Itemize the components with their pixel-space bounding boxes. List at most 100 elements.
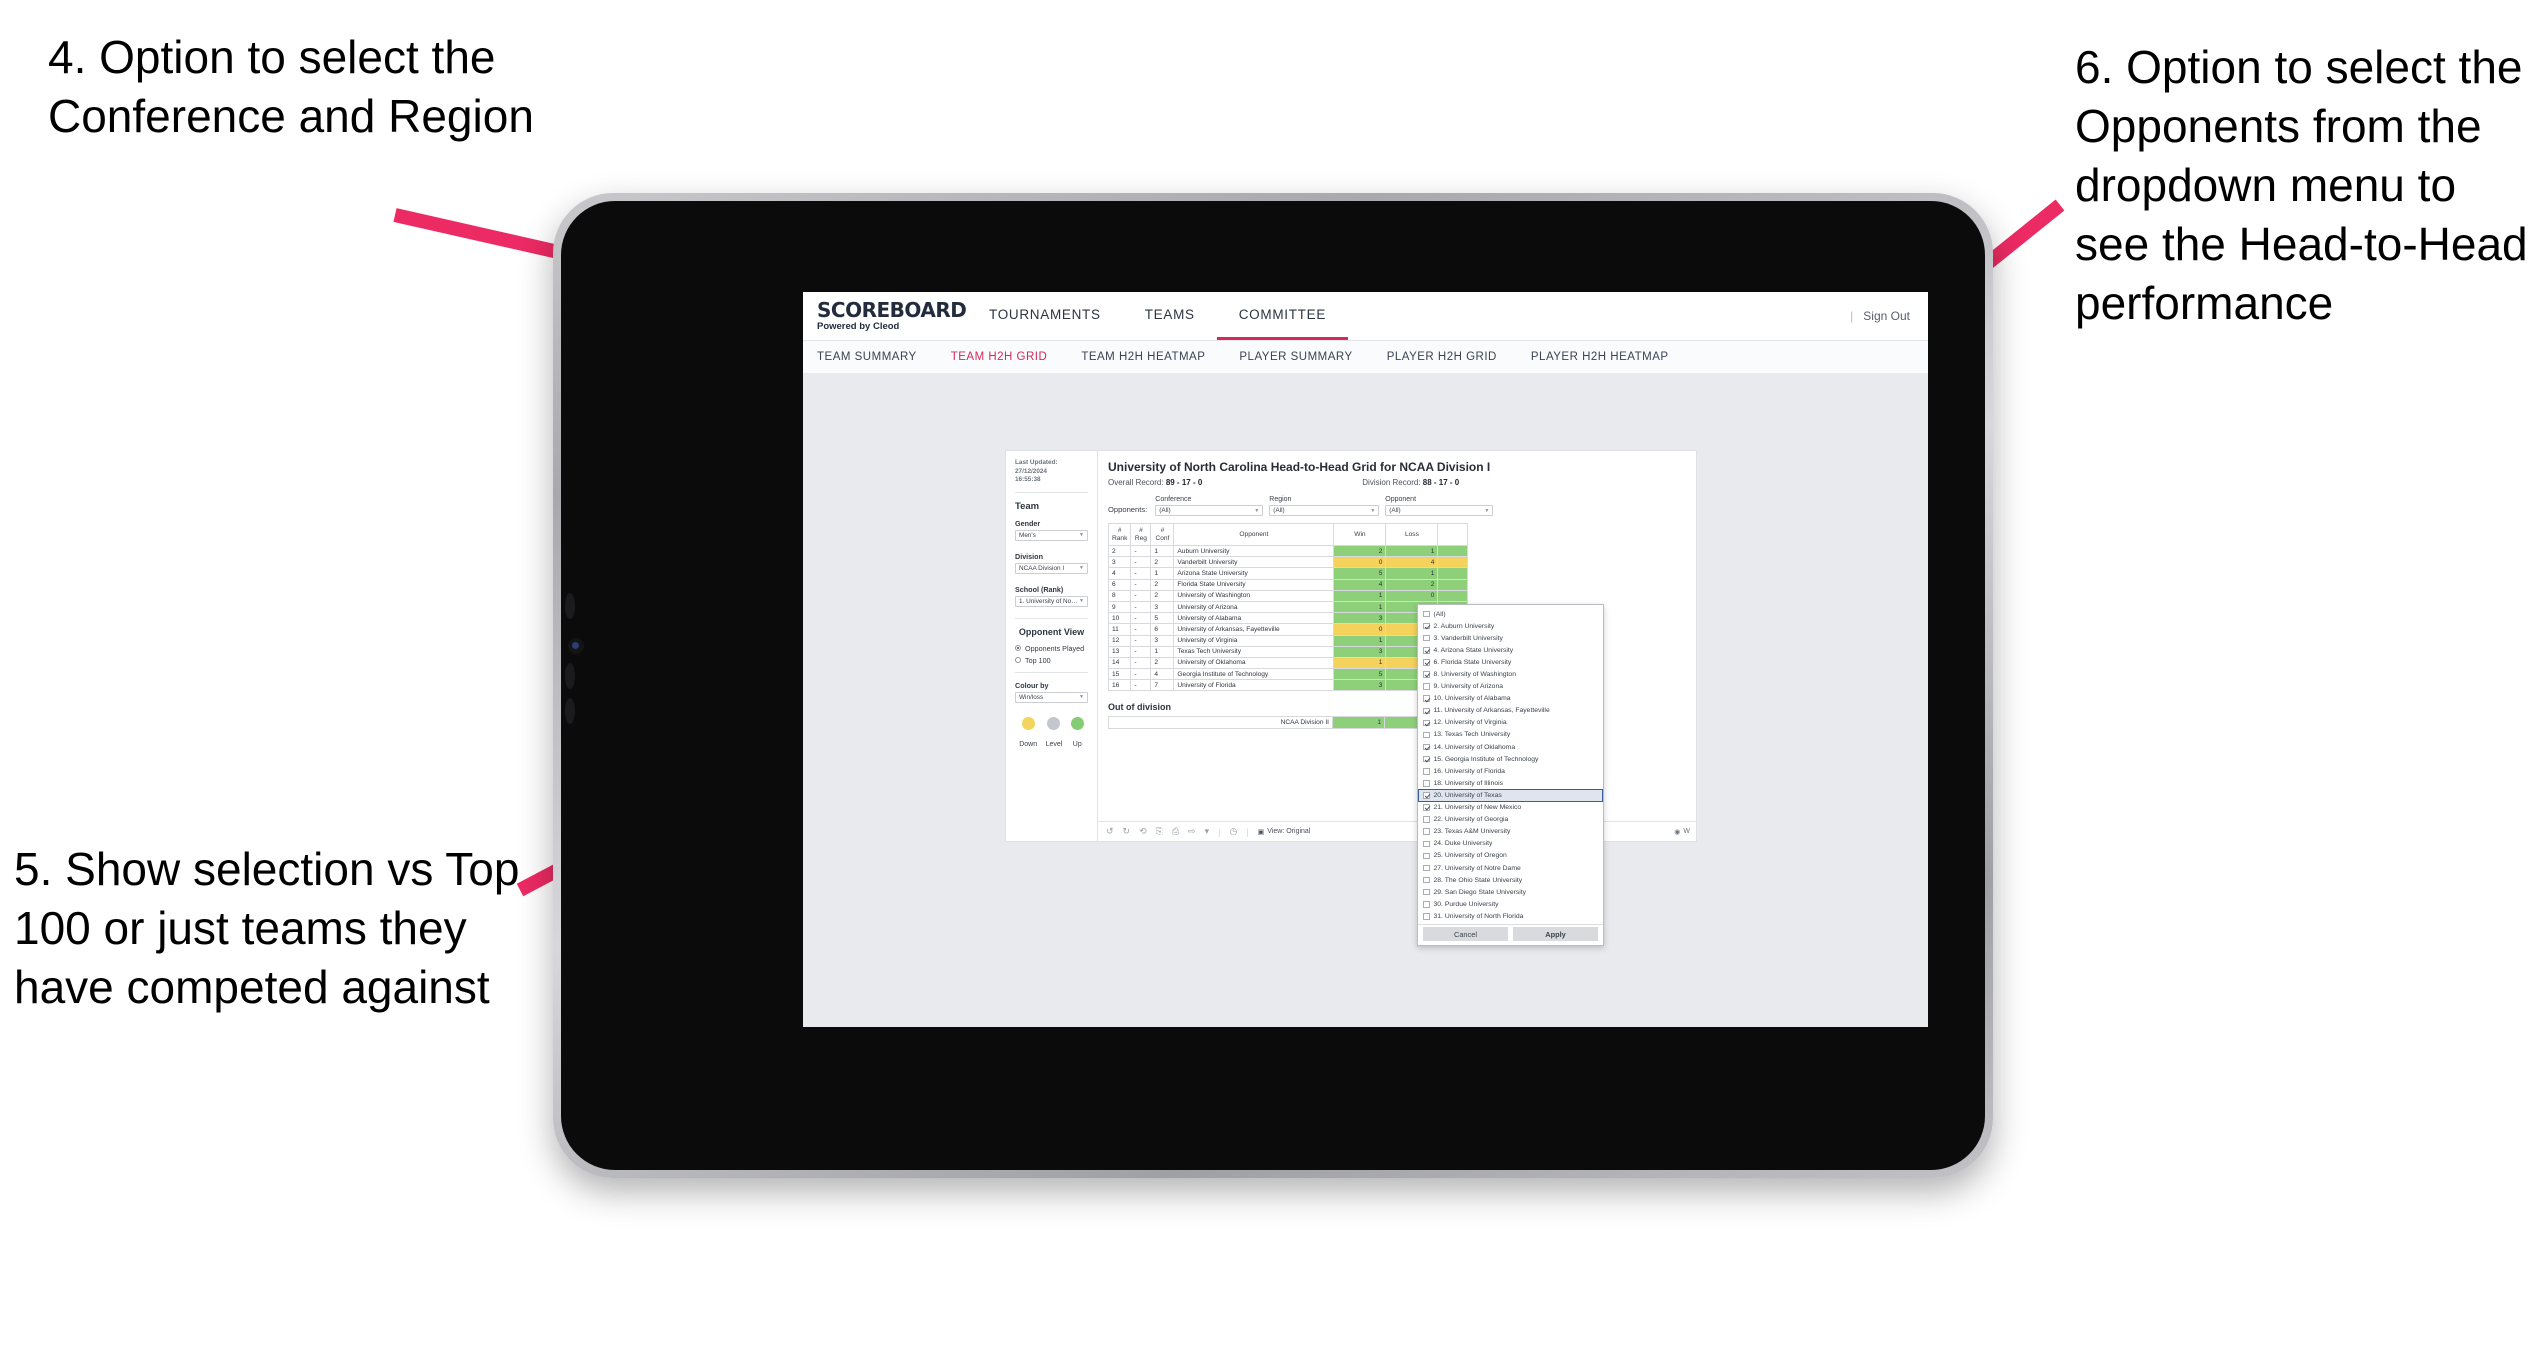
colour-by-select[interactable]: Win/loss ▼ bbox=[1015, 691, 1088, 703]
opponent-list-item[interactable]: 24. Duke University bbox=[1418, 838, 1603, 850]
tab-team-h2h-heatmap[interactable]: TEAM H2H HEATMAP bbox=[1081, 351, 1205, 363]
opponent-list-item[interactable]: 13. Texas Tech University bbox=[1418, 729, 1603, 741]
sign-out-link[interactable]: Sign Out bbox=[1863, 309, 1910, 323]
chevron-down-icon: ▼ bbox=[1079, 694, 1084, 701]
opponent-list-item[interactable]: 18. University of Illinois bbox=[1418, 777, 1603, 789]
checkbox-icon[interactable] bbox=[1423, 671, 1430, 678]
history-icon[interactable]: ◷ bbox=[1229, 827, 1237, 836]
checkbox-icon[interactable] bbox=[1423, 683, 1430, 690]
radio-opponents-played[interactable]: Opponents Played bbox=[1015, 644, 1088, 653]
eye-icon: ◉ bbox=[1674, 828, 1681, 836]
opponent-list-item[interactable]: 8. University of Washington bbox=[1418, 668, 1603, 680]
opponent-list-item[interactable]: 12. University of Virginia bbox=[1418, 717, 1603, 729]
cell-reg: - bbox=[1130, 556, 1152, 569]
apply-button[interactable]: Apply bbox=[1513, 927, 1598, 942]
opponent-list-item[interactable]: 9. University of Arizona bbox=[1418, 681, 1603, 693]
checkbox-icon[interactable] bbox=[1423, 864, 1430, 872]
checkbox-icon[interactable] bbox=[1423, 743, 1430, 751]
checkbox-icon[interactable] bbox=[1423, 610, 1430, 618]
opponent-list-item[interactable]: 23. Texas A&M University bbox=[1418, 826, 1603, 838]
checkbox-icon[interactable] bbox=[1423, 780, 1430, 787]
checkbox-icon[interactable] bbox=[1423, 852, 1430, 860]
checkbox-icon[interactable] bbox=[1423, 792, 1430, 799]
pause-updates-icon[interactable]: ⎙ bbox=[1172, 827, 1179, 836]
redo-icon[interactable]: ↻ bbox=[1123, 827, 1131, 836]
opponent-list-item[interactable]: 4. Arizona State University bbox=[1418, 644, 1603, 656]
division-select[interactable]: NCAA Division I ▼ bbox=[1015, 562, 1088, 574]
tab-player-summary[interactable]: PLAYER SUMMARY bbox=[1239, 351, 1352, 363]
chevron-down-icon[interactable]: ▾ bbox=[1205, 827, 1210, 836]
checkbox-icon[interactable] bbox=[1423, 659, 1430, 666]
opponent-list-item[interactable]: 14. University of Oklahoma bbox=[1418, 741, 1603, 753]
h2h-grid-table: # Rank # Reg # Conf Opponent Win Loss 2-1 Au… bbox=[1107, 523, 1469, 692]
checkbox-icon[interactable] bbox=[1423, 768, 1430, 775]
opponent-list-item[interactable]: 27. University of Notre Dame bbox=[1418, 862, 1603, 874]
school-select[interactable]: 1. University of Nort... ▼ bbox=[1015, 595, 1088, 607]
opponent-list-item[interactable]: 21. University of New Mexico bbox=[1418, 802, 1603, 814]
checkbox-icon[interactable] bbox=[1423, 901, 1430, 908]
cell-win: 1 bbox=[1333, 634, 1387, 647]
checkbox-icon[interactable] bbox=[1423, 816, 1430, 823]
nav-item-teams[interactable]: TEAMS bbox=[1123, 292, 1217, 340]
cell-reg: - bbox=[1130, 634, 1152, 647]
opponent-list-item[interactable]: 15. Georgia Institute of Technology bbox=[1418, 753, 1603, 765]
region-select[interactable]: (All) ▼ bbox=[1269, 505, 1380, 516]
checkbox-icon[interactable] bbox=[1423, 804, 1430, 811]
opponent-list-item-label: 28. The Ohio State University bbox=[1433, 876, 1523, 884]
opponent-dropdown-panel[interactable]: (All) 2. Auburn University 3. Vanderbilt U… bbox=[1417, 604, 1604, 947]
checkbox-icon[interactable] bbox=[1423, 888, 1430, 896]
tab-player-h2h-grid[interactable]: PLAYER H2H GRID bbox=[1387, 351, 1497, 363]
page-title: University of North Carolina Head-to-Hea… bbox=[1108, 460, 1491, 474]
opponent-list-item[interactable]: 11. University of Arkansas, Fayetteville bbox=[1418, 705, 1603, 717]
gender-select[interactable]: Men's ▼ bbox=[1015, 529, 1088, 541]
opponent-list-item[interactable]: 28. The Ohio State University bbox=[1418, 874, 1603, 886]
opponent-list-item[interactable]: 2. Auburn University bbox=[1418, 620, 1603, 632]
opponent-list-item[interactable]: 29. San Diego State University bbox=[1418, 886, 1603, 898]
checkbox-icon[interactable] bbox=[1423, 695, 1430, 702]
opponent-list-item[interactable]: 25. University of Oregon bbox=[1418, 850, 1603, 862]
checkbox-icon[interactable] bbox=[1423, 647, 1430, 654]
view-original-button[interactable]: ▣ View: Original bbox=[1258, 828, 1311, 836]
share-icon[interactable]: ⇨ bbox=[1188, 827, 1196, 836]
region-filter: Region (All) ▼ bbox=[1269, 496, 1380, 516]
opponent-list-item[interactable]: 22. University of Georgia bbox=[1418, 814, 1603, 826]
checkbox-icon[interactable] bbox=[1423, 876, 1430, 884]
cancel-button[interactable]: Cancel bbox=[1423, 927, 1508, 942]
cell-win: 5 bbox=[1333, 668, 1387, 681]
opponent-select[interactable]: (All) ▼ bbox=[1385, 505, 1494, 516]
checkbox-icon[interactable] bbox=[1423, 719, 1430, 727]
conference-select[interactable]: (All) ▼ bbox=[1155, 505, 1264, 516]
checkbox-icon[interactable] bbox=[1423, 634, 1430, 642]
cell-conf: 1 bbox=[1150, 567, 1175, 580]
refresh-data-icon[interactable]: ⎘ bbox=[1156, 827, 1163, 836]
watch-area[interactable]: ◉ W bbox=[1674, 828, 1696, 836]
opponent-list-item[interactable]: 16. University of Florida bbox=[1418, 765, 1603, 777]
checkbox-icon[interactable] bbox=[1423, 707, 1430, 715]
checkbox-icon[interactable] bbox=[1423, 913, 1430, 920]
cell-loss: 2 bbox=[1385, 578, 1439, 591]
undo-icon[interactable]: ↺ bbox=[1106, 827, 1114, 836]
nav-item-tournaments[interactable]: TOURNAMENTS bbox=[967, 292, 1123, 340]
opponent-list-item[interactable]: 30. Purdue University bbox=[1418, 898, 1603, 910]
opponent-list-item[interactable]: 10. University of Alabama bbox=[1418, 693, 1603, 705]
checkbox-icon[interactable] bbox=[1423, 840, 1430, 848]
opponent-list-item[interactable]: (All) bbox=[1418, 608, 1603, 620]
opponent-list-item[interactable]: 31. University of North Florida bbox=[1418, 910, 1603, 922]
nav-item-committee[interactable]: COMMITTEE bbox=[1216, 292, 1349, 340]
opponent-list-item[interactable]: 20. University of Texas bbox=[1418, 789, 1603, 802]
opponent-list-item[interactable]: 3. Vanderbilt University bbox=[1418, 632, 1603, 644]
cell-opponent: Arizona State University bbox=[1173, 567, 1335, 580]
checkbox-icon[interactable] bbox=[1423, 731, 1430, 739]
tab-team-h2h-grid[interactable]: TEAM H2H GRID bbox=[951, 351, 1048, 363]
revert-icon[interactable]: ⟲ bbox=[1139, 827, 1147, 836]
checkbox-icon[interactable] bbox=[1423, 828, 1430, 835]
tab-player-h2h-heatmap[interactable]: PLAYER H2H HEATMAP bbox=[1531, 351, 1669, 363]
bottom-toolbar: ↺ ↻ ⟲ ⎘ ⎙ ⇨ ▾ | ◷ | ▣ View: Original ◉ W bbox=[1098, 821, 1696, 841]
checkbox-icon[interactable] bbox=[1423, 622, 1430, 630]
region-value: (All) bbox=[1273, 507, 1285, 514]
radio-top-100[interactable]: Top 100 bbox=[1015, 656, 1088, 665]
region-label: Region bbox=[1269, 496, 1292, 503]
tab-team-summary[interactable]: TEAM SUMMARY bbox=[817, 351, 917, 363]
checkbox-icon[interactable] bbox=[1423, 755, 1430, 763]
opponent-list-item[interactable]: 6. Florida State University bbox=[1418, 656, 1603, 668]
